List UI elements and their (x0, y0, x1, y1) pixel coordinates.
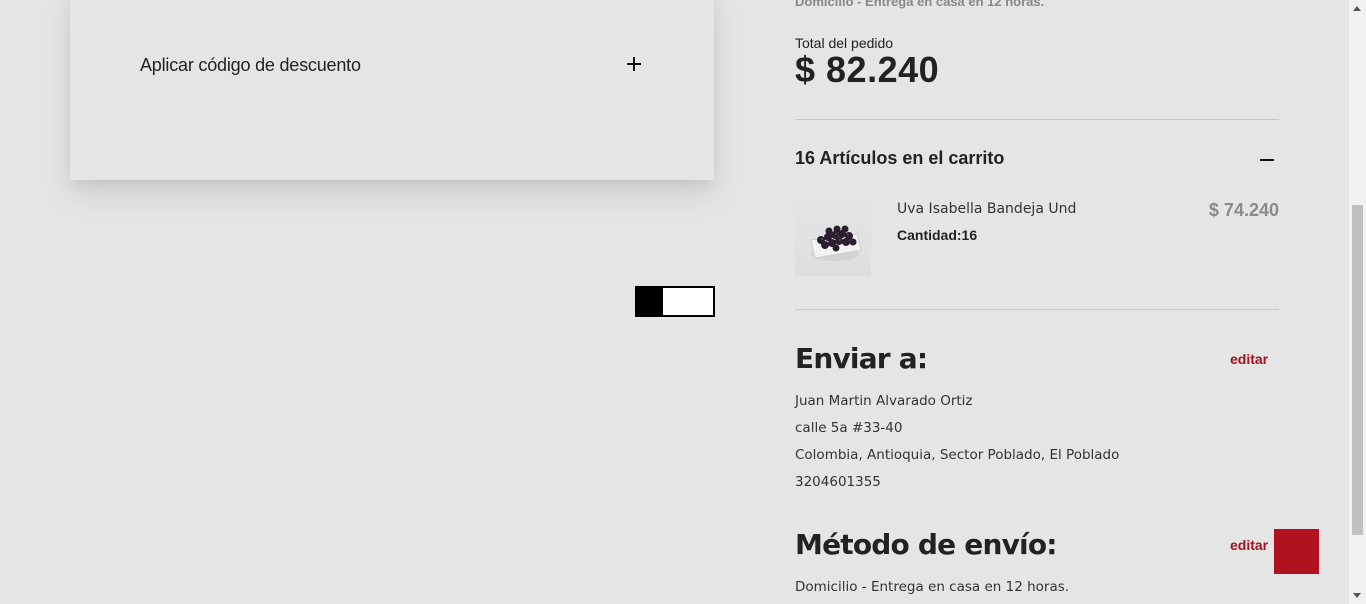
cut-shipping-text: Domicilio - Entrega en casa en 12 horas. (795, 0, 1045, 9)
address-street: calle 5a #33-40 (795, 420, 903, 436)
chevron-down-icon (1353, 593, 1361, 598)
chevron-up-icon (1353, 6, 1361, 11)
product-price: $ 74.240 (1208, 200, 1279, 220)
divider (795, 119, 1279, 120)
edit-shipping-method-link[interactable]: editar (1230, 537, 1268, 553)
divider (795, 309, 1279, 310)
discount-card (70, 0, 714, 180)
cart-title[interactable]: 16 Artículos en el carrito (795, 148, 1004, 169)
scroll-thumb[interactable] (1352, 205, 1363, 535)
floating-action-button[interactable] (1274, 529, 1319, 574)
ship-to-title: Enviar a: (795, 342, 928, 375)
plus-icon[interactable] (627, 57, 641, 71)
edit-ship-to-link[interactable]: editar (1230, 351, 1268, 367)
address-name: Juan Martin Alvarado Ortiz (795, 393, 973, 409)
discount-row[interactable]: Aplicar código de descuento (140, 55, 644, 76)
scroll-up-button[interactable] (1349, 0, 1366, 17)
shipping-method-value: Domicilio - Entrega en casa en 12 horas. (795, 579, 1070, 595)
address-region: Colombia, Antioquia, Sector Poblado, El … (795, 447, 1120, 463)
scroll-down-button[interactable] (1349, 587, 1366, 604)
shipping-method-title: Método de envío: (795, 528, 1058, 561)
discount-label: Aplicar código de descuento (140, 55, 361, 75)
scrollbar[interactable] (1349, 0, 1366, 604)
minus-icon[interactable] (1260, 159, 1274, 161)
product-name: Uva Isabella Bandeja Und (897, 201, 1077, 217)
toggle-knob (637, 288, 663, 315)
product-image (795, 200, 871, 276)
product-quantity: Cantidad:16 (897, 227, 978, 243)
total-value: $ 82.240 (795, 49, 940, 90)
address-phone: 3204601355 (795, 474, 881, 490)
toggle-switch[interactable] (635, 286, 715, 317)
